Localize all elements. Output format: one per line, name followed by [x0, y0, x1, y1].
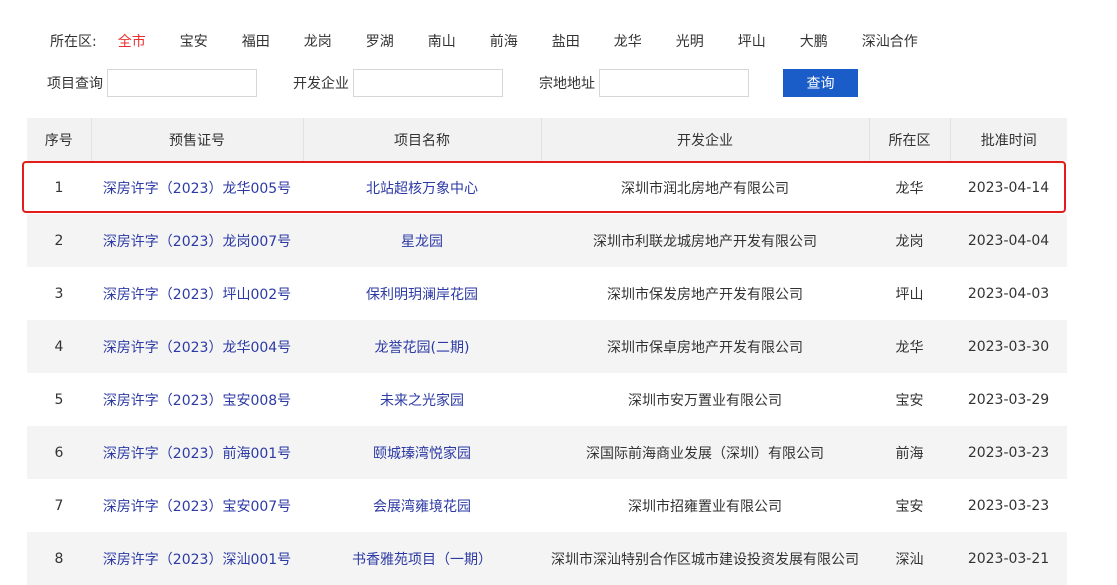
header-district: 所在区 — [869, 118, 951, 161]
row-no: 6 — [27, 426, 91, 479]
table-header-row: 序号 预售证号 项目名称 开发企业 所在区 批准时间 — [27, 118, 1067, 161]
district-baoan[interactable]: 宝安 — [180, 31, 208, 51]
header-date: 批准时间 — [950, 118, 1067, 161]
row-developer: 深国际前海商业发展（深圳）有限公司 — [541, 426, 869, 479]
district-luohu[interactable]: 罗湖 — [366, 31, 394, 51]
row-no: 5 — [54, 391, 64, 408]
search-button[interactable]: 查询 — [783, 69, 858, 97]
address-search-input[interactable] — [599, 69, 749, 97]
row-district: 龙华 — [895, 180, 924, 197]
permit-link[interactable]: 深房许字（2023）龙华004号 — [103, 340, 291, 356]
table-row: 1 深房许字（2023）龙华005号 北站超核万象中心 深圳市润北房地产有限公司… — [27, 161, 1067, 214]
row-developer: 深圳市安万置业有限公司 — [628, 392, 782, 409]
project-link[interactable]: 龙誉花园(二期) — [375, 340, 470, 356]
project-search-label: 项目查询 — [47, 76, 103, 92]
row-no: 3 — [54, 285, 64, 302]
permit-link[interactable]: 深房许字（2023）前海001号 — [103, 446, 291, 462]
row-developer: 深圳市招雍置业有限公司 — [628, 498, 782, 515]
district-shenshan[interactable]: 深汕合作 — [862, 31, 918, 51]
district-longhua[interactable]: 龙华 — [614, 31, 642, 51]
project-search-group: 项目查询 — [47, 69, 257, 97]
project-link[interactable]: 会展湾雍境花园 — [373, 499, 471, 515]
district-dapeng[interactable]: 大鹏 — [800, 31, 828, 51]
project-search-input[interactable] — [107, 69, 257, 97]
table-row: 4 深房许字（2023）龙华004号 龙誉花园(二期) 深圳市保卓房地产开发有限… — [27, 320, 1067, 373]
permit-link[interactable]: 深房许字（2023）龙华005号 — [103, 181, 291, 197]
project-link[interactable]: 星龙园 — [401, 234, 443, 250]
table-row: 2 深房许字（2023）龙岗007号 星龙园 深圳市利联龙城房地产开发有限公司 … — [27, 214, 1067, 267]
district-filter-label: 所在区: — [50, 34, 97, 50]
project-link[interactable]: 北站超核万象中心 — [366, 181, 478, 197]
row-district: 深汕 — [869, 532, 950, 585]
header-project: 项目名称 — [303, 118, 542, 161]
row-developer: 深圳市利联龙城房地产开发有限公司 — [541, 214, 869, 267]
row-developer: 深圳市润北房地产有限公司 — [621, 180, 789, 197]
row-date: 2023-03-30 — [950, 320, 1067, 373]
district-longgang[interactable]: 龙岗 — [304, 31, 332, 51]
row-district: 前海 — [869, 426, 950, 479]
district-all[interactable]: 全市 — [118, 31, 146, 51]
project-link[interactable]: 未来之光家园 — [380, 393, 464, 409]
row-date: 2023-03-23 — [967, 497, 1050, 514]
project-link[interactable]: 书香雅苑项目（一期） — [352, 552, 492, 568]
developer-search-label: 开发企业 — [293, 76, 349, 92]
permit-link[interactable]: 深房许字（2023）宝安007号 — [103, 499, 291, 515]
table-row: 6 深房许字（2023）前海001号 颐城瑧湾悦家园 深国际前海商业发展（深圳）… — [27, 426, 1067, 479]
permit-link[interactable]: 深房许字（2023）龙岗007号 — [103, 234, 291, 250]
district-futian[interactable]: 福田 — [242, 31, 270, 51]
developer-search-group: 开发企业 — [293, 69, 503, 97]
project-link[interactable]: 保利明玥澜岸花园 — [366, 287, 478, 303]
header-no: 序号 — [27, 118, 92, 161]
table-row: 8 深房许字（2023）深汕001号 书香雅苑项目（一期） 深圳市深汕特别合作区… — [27, 532, 1067, 585]
district-yantian[interactable]: 盐田 — [552, 31, 580, 51]
row-date: 2023-04-14 — [967, 179, 1050, 196]
table-row: 7 深房许字（2023）宝安007号 会展湾雍境花园 深圳市招雍置业有限公司 宝… — [27, 479, 1067, 532]
row-developer: 深圳市保卓房地产开发有限公司 — [541, 320, 869, 373]
row-developer: 深圳市保发房地产开发有限公司 — [607, 286, 803, 303]
row-district: 龙华 — [869, 320, 950, 373]
row-no: 7 — [54, 497, 64, 514]
project-link[interactable]: 颐城瑧湾悦家园 — [373, 446, 471, 462]
row-no: 4 — [27, 320, 91, 373]
row-date: 2023-03-21 — [950, 532, 1067, 585]
developer-search-input[interactable] — [353, 69, 503, 97]
row-district: 宝安 — [895, 392, 924, 409]
permit-link[interactable]: 深房许字（2023）宝安008号 — [103, 393, 291, 409]
row-district: 坪山 — [895, 286, 924, 303]
district-filter-bar: 所在区: 全市 宝安 福田 龙岗 罗湖 南山 前海 盐田 龙华 光明 坪山 大鹏… — [50, 30, 952, 52]
row-date: 2023-03-29 — [967, 391, 1050, 408]
header-developer: 开发企业 — [541, 118, 870, 161]
search-row: 项目查询 开发企业 宗地地址 查询 — [47, 68, 858, 98]
row-no: 8 — [27, 532, 91, 585]
row-district: 龙岗 — [869, 214, 950, 267]
row-no: 2 — [27, 214, 91, 267]
address-search-group: 宗地地址 — [539, 69, 749, 97]
row-no: 1 — [54, 179, 64, 196]
district-nanshan[interactable]: 南山 — [428, 31, 456, 51]
header-permit: 预售证号 — [91, 118, 304, 161]
row-date: 2023-03-23 — [950, 426, 1067, 479]
permit-table-container: 序号 预售证号 项目名称 开发企业 所在区 批准时间 1 深房许字（2023）龙… — [27, 118, 1067, 585]
row-developer: 深圳市深汕特别合作区城市建设投资发展有限公司 — [541, 532, 869, 585]
permit-table: 序号 预售证号 项目名称 开发企业 所在区 批准时间 1 深房许字（2023）龙… — [27, 118, 1067, 585]
row-date: 2023-04-03 — [967, 285, 1050, 302]
district-guangming[interactable]: 光明 — [676, 31, 704, 51]
district-qianhai[interactable]: 前海 — [490, 31, 518, 51]
table-row: 3 深房许字（2023）坪山002号 保利明玥澜岸花园 深圳市保发房地产开发有限… — [27, 267, 1067, 320]
permit-link[interactable]: 深房许字（2023）深汕001号 — [103, 552, 291, 568]
district-pingshan[interactable]: 坪山 — [738, 31, 766, 51]
table-row: 5 深房许字（2023）宝安008号 未来之光家园 深圳市安万置业有限公司 宝安… — [27, 373, 1067, 426]
permit-link[interactable]: 深房许字（2023）坪山002号 — [103, 287, 291, 303]
address-search-label: 宗地地址 — [539, 76, 595, 92]
row-district: 宝安 — [895, 498, 924, 515]
row-date: 2023-04-04 — [950, 214, 1067, 267]
